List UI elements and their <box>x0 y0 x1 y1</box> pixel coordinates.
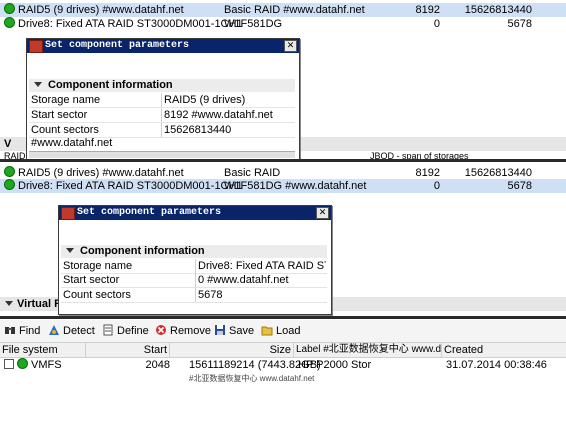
status-ok-icon <box>4 166 15 177</box>
prop-start-sector[interactable]: Start sector 8192 #www.datahf.net <box>29 108 295 123</box>
detect-icon <box>49 325 59 335</box>
prop-count-sectors[interactable]: Count sectors 15626813440 <box>29 123 295 138</box>
prop-count-sectors[interactable]: Count sectors 5678 <box>61 288 327 303</box>
group-header[interactable]: Component information <box>29 79 295 92</box>
find-button[interactable]: Find <box>4 324 40 338</box>
dialog-title: Set component parameters <box>77 207 222 218</box>
toolbar: Find Detect Define Remove Save Load <box>0 320 566 343</box>
dialog-title-bar[interactable]: Set component parameters ✕ <box>59 206 331 220</box>
status-ok-icon <box>4 17 15 28</box>
binoculars-icon <box>5 327 15 334</box>
screenshot-separator <box>0 159 566 162</box>
folder-icon <box>261 326 273 336</box>
top-list-row-raid5[interactable]: RAID5 (9 drives) #www.datahf.net Basic R… <box>0 3 566 17</box>
col-start[interactable]: Start <box>86 343 170 357</box>
set-component-dialog-2: Set component parameters ✕ Component inf… <box>58 205 332 315</box>
collapse-icon <box>34 82 42 87</box>
row-start: 8192 <box>415 4 440 16</box>
remove-icon <box>156 325 166 335</box>
col-file-system[interactable]: File system <box>0 343 86 357</box>
mid-list-row-drive8[interactable]: Drive8: Fixed ATA RAID ST3000DM001-1CH1 … <box>0 179 566 193</box>
screenshot-separator <box>0 316 566 319</box>
define-button[interactable]: Define <box>102 324 149 338</box>
set-component-dialog-1: Set component parameters ✕ Component inf… <box>26 38 300 160</box>
app-icon <box>29 40 43 53</box>
document-icon <box>103 324 113 336</box>
status-ok-icon <box>4 179 15 190</box>
row-name: RAID5 (9 drives) #www.datahf.net <box>18 4 184 16</box>
prop-storage-name[interactable]: Storage nameDrive8: Fixed ATA RAID ST300… <box>61 259 327 274</box>
load-button[interactable]: Load <box>261 324 300 338</box>
dialog-title: Set component parameters <box>45 40 190 51</box>
save-icon <box>215 325 225 335</box>
row-start: 0 <box>433 18 440 30</box>
save-button[interactable]: Save <box>214 324 254 338</box>
app-icon <box>61 207 75 220</box>
status-ok-icon <box>17 358 28 369</box>
col-size[interactable]: Size <box>170 343 294 357</box>
collapse-icon <box>5 301 13 306</box>
col-created[interactable]: Created <box>442 343 566 357</box>
prop-storage-name[interactable]: Storage name RAID5 (9 drives) <box>29 93 295 108</box>
dialog-watermark: #www.datahf.net <box>31 137 113 149</box>
close-icon[interactable]: ✕ <box>316 207 329 219</box>
col-label[interactable]: Label #北亚数据恢复中心 www.datahf.net <box>294 343 442 357</box>
row-type: Basic RAID #www.datahf.net <box>224 4 365 16</box>
top-list-row-drive8[interactable]: Drive8: Fixed ATA RAID ST3000DM001-1CH1 … <box>0 17 566 31</box>
status-ok-icon <box>4 3 15 14</box>
remove-button[interactable]: Remove <box>155 324 211 338</box>
close-icon[interactable]: ✕ <box>284 40 297 52</box>
group-header[interactable]: Component information <box>61 245 327 258</box>
mid-list-row-raid5[interactable]: RAID5 (9 drives) #www.datahf.net Basic R… <box>0 166 566 180</box>
row-name: Drive8: Fixed ATA RAID ST3000DM001-1CH1 <box>18 18 243 30</box>
dialog-title-bar[interactable]: Set component parameters ✕ <box>27 39 299 53</box>
fs-table-header: File system Start Size Label #北亚数据恢复中心 w… <box>0 343 566 358</box>
row-checkbox[interactable] <box>4 359 14 369</box>
row-size: 5678 <box>507 18 532 30</box>
row-type: W1F581DG <box>224 18 283 30</box>
fs-table-watermark: #北亚数据恢复中心 www.datahf.net <box>189 374 315 383</box>
prop-start-sector[interactable]: Start sector 0 #www.datahf.net <box>61 273 327 288</box>
row-size: 15626813440 <box>464 4 532 16</box>
fs-table-row[interactable]: VMFS 2048 15611189214 (7443.82GB) HP P20… <box>0 358 566 372</box>
detect-button[interactable]: Detect <box>48 324 95 338</box>
collapse-icon <box>66 248 74 253</box>
